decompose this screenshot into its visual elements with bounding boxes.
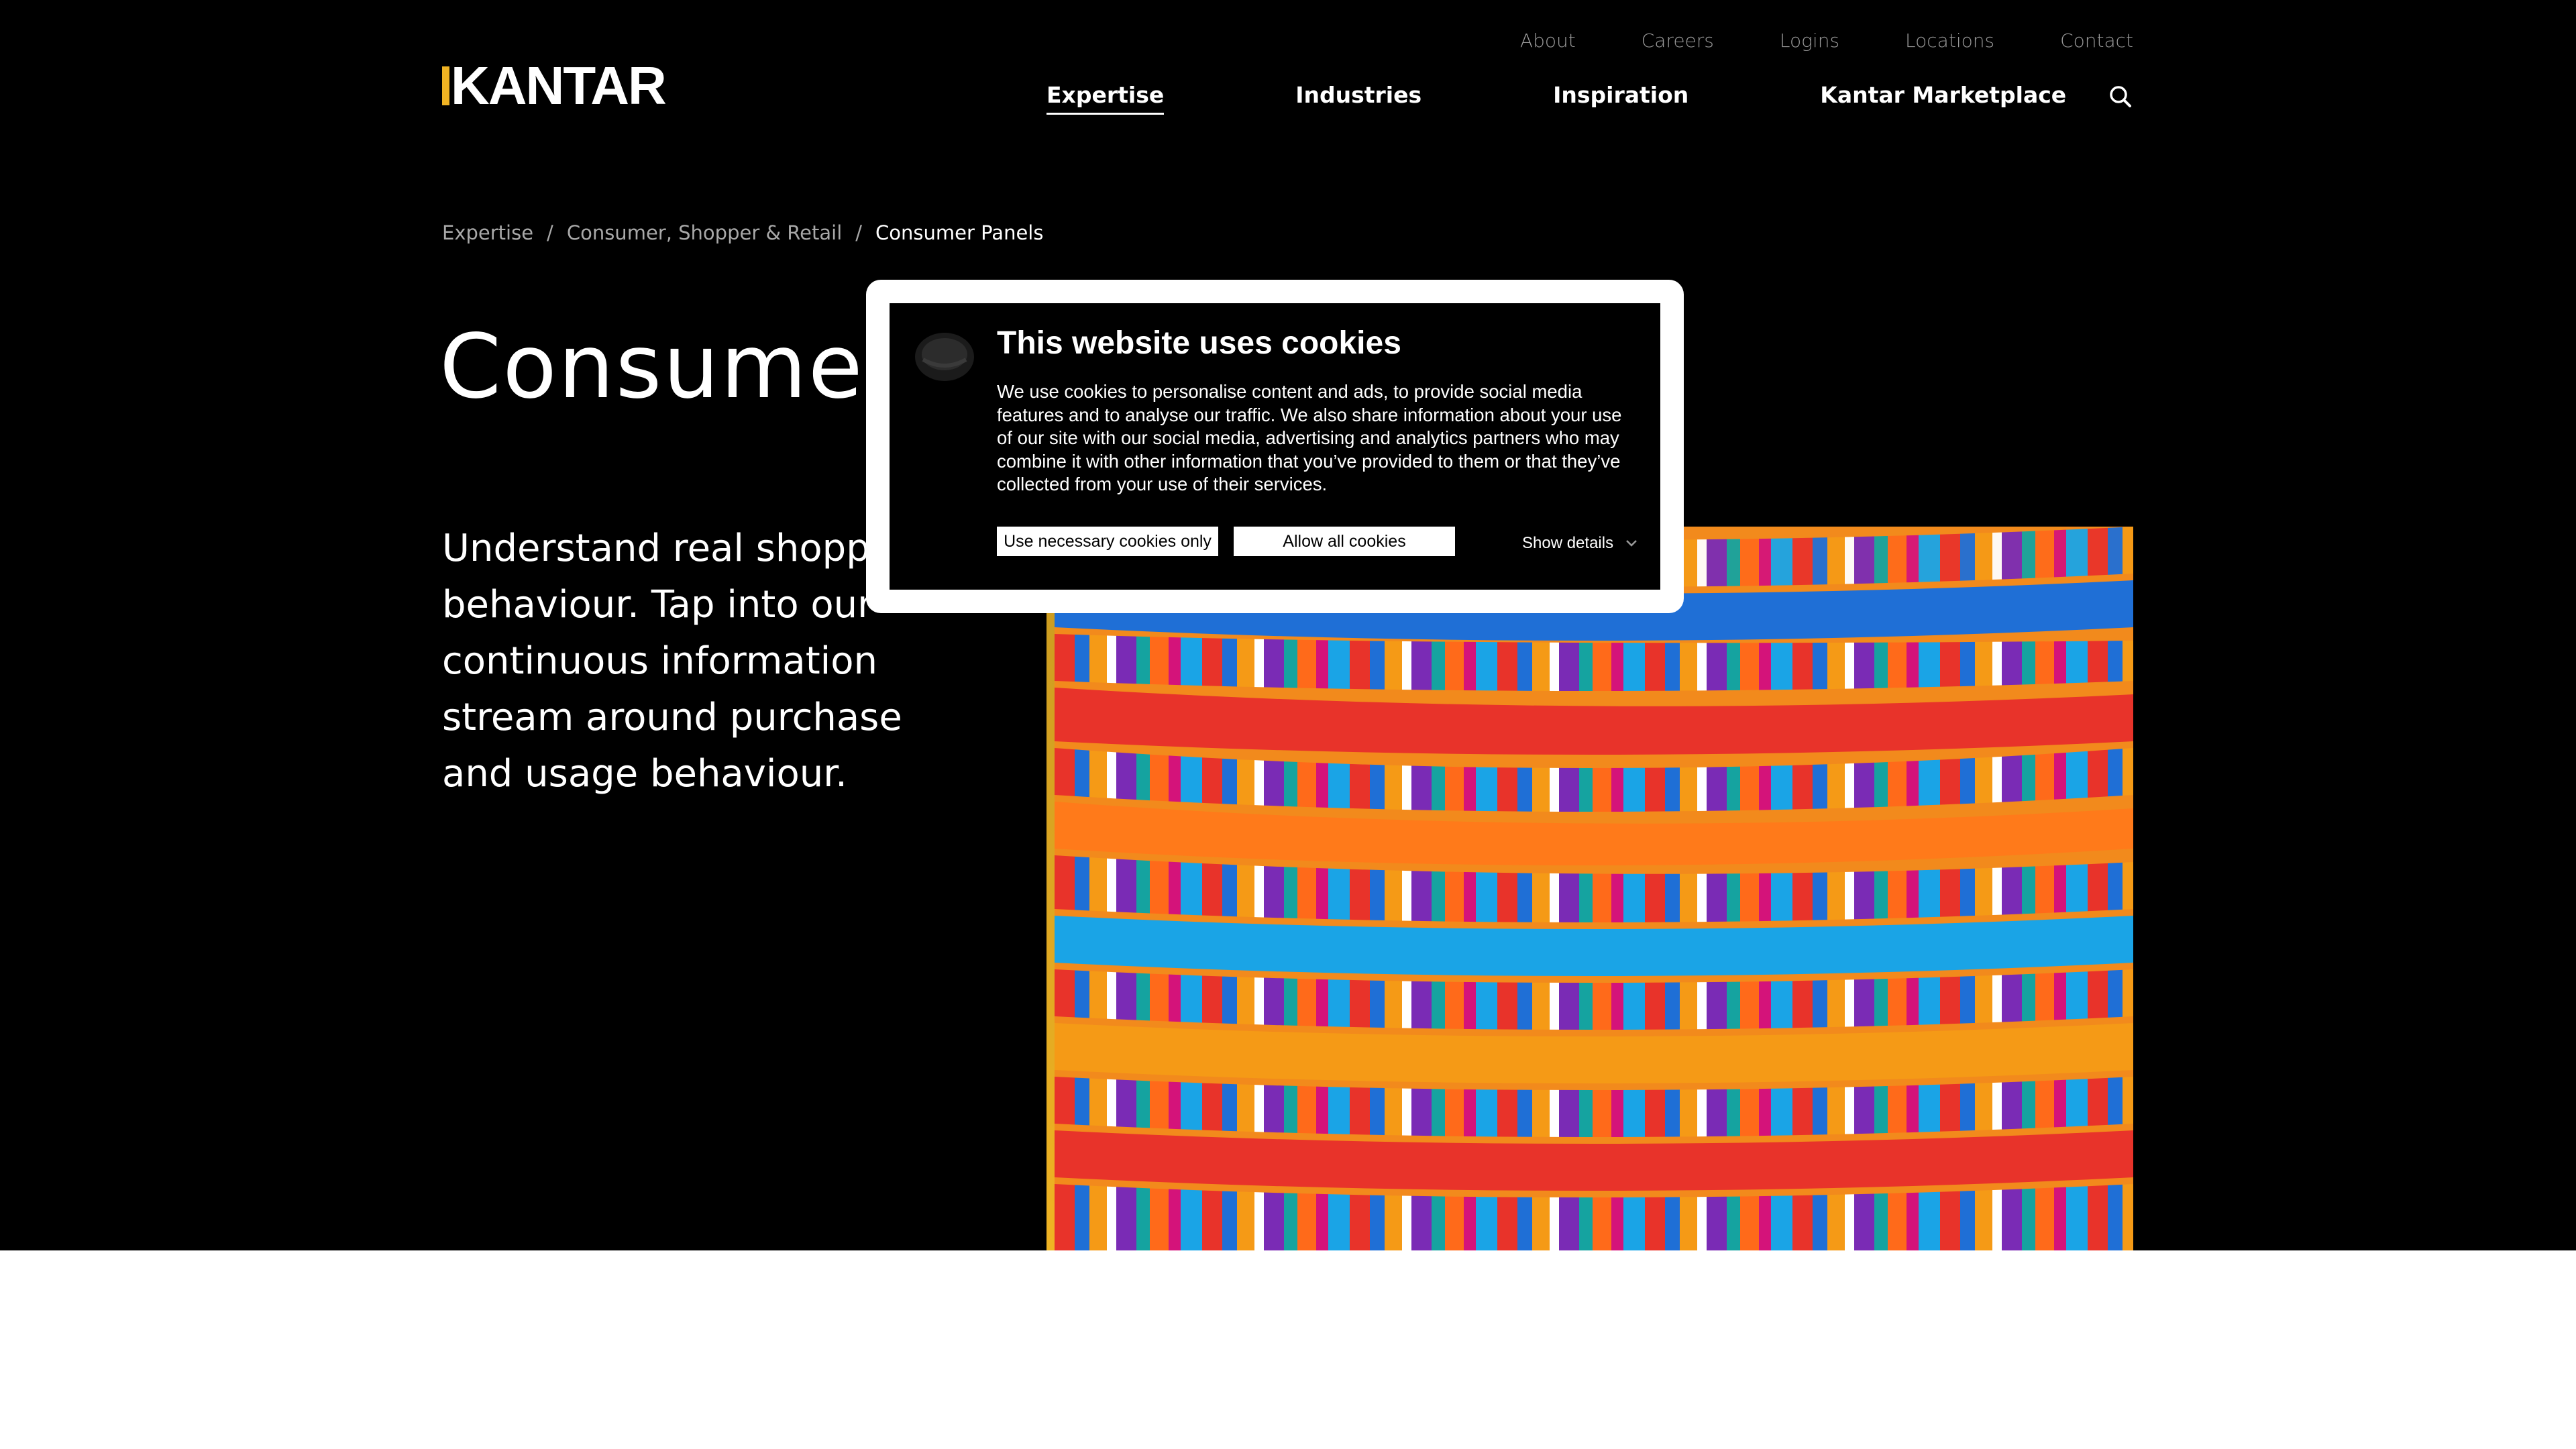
show-details-toggle[interactable]: Show details xyxy=(1522,534,1638,553)
breadcrumb-separator: / xyxy=(547,221,553,244)
chevron-down-icon xyxy=(1626,540,1637,547)
utility-link-careers[interactable]: Careers xyxy=(1642,30,1714,52)
hero-section: KANTAR About Careers Logins Locations Co… xyxy=(0,0,2576,1250)
cookiebot-logo-icon xyxy=(915,333,974,381)
utility-nav: About Careers Logins Locations Contact xyxy=(1520,30,2133,52)
nav-item-expertise[interactable]: Expertise xyxy=(1046,82,1165,115)
breadcrumb-link-expertise[interactable]: Expertise xyxy=(442,221,533,244)
utility-link-logins[interactable]: Logins xyxy=(1780,30,1839,52)
kantar-logo[interactable]: KANTAR xyxy=(442,56,667,115)
hero-image xyxy=(1046,527,2133,1250)
breadcrumb-separator: / xyxy=(855,221,863,244)
main-nav: Expertise Industries Inspiration Kantar … xyxy=(1046,82,2066,115)
cookie-consent-dialog: This website uses cookies We use cookies… xyxy=(866,280,1684,613)
utility-link-contact[interactable]: Contact xyxy=(2060,30,2133,52)
breadcrumb-link-consumer-shopper-retail[interactable]: Consumer, Shopper & Retail xyxy=(567,221,842,244)
allow-all-cookies-button[interactable]: Allow all cookies xyxy=(1234,527,1455,556)
utility-link-about[interactable]: About xyxy=(1520,30,1576,52)
logo-accent-bar xyxy=(442,66,449,105)
textile-image xyxy=(1055,527,2133,1250)
show-details-label: Show details xyxy=(1522,534,1614,552)
cookie-dialog-panel: This website uses cookies We use cookies… xyxy=(890,303,1660,590)
nav-item-kantar-marketplace[interactable]: Kantar Marketplace xyxy=(1820,82,2066,115)
logo-text: KANTAR xyxy=(451,56,667,115)
breadcrumb-current: Consumer Panels xyxy=(875,221,1044,244)
nav-item-inspiration[interactable]: Inspiration xyxy=(1553,82,1688,115)
nav-item-industries[interactable]: Industries xyxy=(1295,82,1421,115)
breadcrumb: Expertise / Consumer, Shopper & Retail /… xyxy=(442,221,1043,244)
intro-text: Understand real shopper behaviour. Tap i… xyxy=(442,527,909,796)
cookie-body-text: We use cookies to personalise content an… xyxy=(997,381,1622,494)
image-gold-edge xyxy=(1046,527,1055,1250)
utility-link-locations[interactable]: Locations xyxy=(1905,30,1994,52)
search-icon[interactable] xyxy=(2107,83,2134,110)
use-necessary-cookies-button[interactable]: Use necessary cookies only xyxy=(997,527,1218,556)
cookie-title: This website uses cookies xyxy=(997,325,1401,361)
